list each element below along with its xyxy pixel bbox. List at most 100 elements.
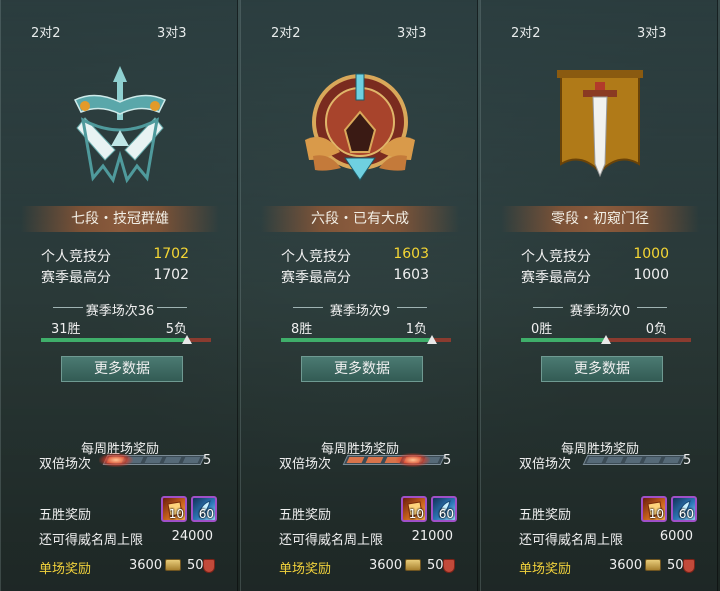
double-seg-4 bbox=[643, 457, 662, 463]
rank-title: 零段・初窥门径 bbox=[501, 206, 699, 232]
fame-weekly-cap-label: 还可得威名周上限 bbox=[519, 533, 624, 548]
wins-count: 8胜 bbox=[291, 322, 313, 337]
win-loss-marker bbox=[182, 335, 192, 344]
single-match-reward-label: 单场奖励 bbox=[519, 562, 572, 577]
shield-badge-icon bbox=[443, 559, 455, 573]
more-data-button[interactable]: 更多数据 bbox=[61, 356, 183, 382]
best-score-label: 赛季最高分 bbox=[521, 270, 591, 286]
single-match-badge-value: 50 bbox=[667, 558, 684, 573]
single-match-coin-value: 3600 bbox=[369, 558, 403, 573]
best-score-value: 1000 bbox=[633, 267, 669, 283]
double-seg-1 bbox=[346, 457, 365, 463]
reward-item-feather-count: 60 bbox=[198, 507, 214, 521]
rank-panel-middle: 2对2 3对3 六段・已有大成 个人竞技分 1603 赛季最高分 1603 赛季… bbox=[240, 0, 478, 591]
season-matches: 赛季场次0 bbox=[569, 304, 631, 319]
win-loss-bar bbox=[41, 335, 211, 344]
mode-tab-3v3[interactable]: 3对3 bbox=[637, 22, 667, 41]
rank-title: 七段・技冠群雄 bbox=[21, 206, 219, 232]
win-bar-fill bbox=[41, 338, 187, 342]
score-value: 1702 bbox=[153, 246, 189, 262]
win-loss-marker bbox=[601, 335, 611, 344]
win-loss-bar bbox=[521, 335, 691, 344]
coin-icon bbox=[165, 559, 181, 571]
double-matches-label: 双倍场次 bbox=[519, 457, 572, 472]
score-value: 1000 bbox=[633, 246, 669, 262]
reward-item-scroll[interactable]: 10 bbox=[401, 496, 427, 522]
more-data-button[interactable]: 更多数据 bbox=[301, 356, 423, 382]
double-seg-5 bbox=[182, 457, 201, 463]
rank-panel-right: 2对2 3对3 零段・初窥门径 个人竞技分 1000 赛季最高分 1000 赛季… bbox=[480, 0, 718, 591]
double-seg-1 bbox=[586, 457, 605, 463]
win-loss-marker bbox=[427, 335, 437, 344]
reward-item-feather[interactable]: 60 bbox=[191, 496, 217, 522]
five-win-reward-label: 五胜奖励 bbox=[279, 508, 332, 523]
mode-tab-2v2[interactable]: 2对2 bbox=[31, 22, 61, 41]
win-loss-bar bbox=[281, 335, 451, 344]
single-match-coin-value: 3600 bbox=[129, 558, 163, 573]
double-matches-track bbox=[582, 455, 686, 465]
single-match-reward-label: 单场奖励 bbox=[39, 562, 92, 577]
reward-item-scroll-count: 10 bbox=[408, 507, 424, 521]
coin-icon bbox=[645, 559, 661, 571]
best-score-value: 1702 bbox=[153, 267, 189, 283]
season-matches: 赛季场次36 bbox=[85, 304, 155, 319]
single-match-reward-label: 单场奖励 bbox=[279, 562, 332, 577]
double-progress-glow bbox=[396, 453, 430, 467]
fame-weekly-cap-value: 21000 bbox=[411, 529, 453, 544]
shield-badge-icon bbox=[683, 559, 695, 573]
sword-banner-emblem bbox=[557, 70, 643, 178]
win-bar-fill bbox=[521, 338, 606, 342]
fame-weekly-cap-label: 还可得威名周上限 bbox=[39, 533, 144, 548]
reward-item-feather[interactable]: 60 bbox=[431, 496, 457, 522]
double-progress-glow bbox=[99, 453, 133, 467]
crossed-swords-emblem bbox=[73, 66, 167, 184]
best-score-value: 1603 bbox=[393, 267, 429, 283]
double-seg-4 bbox=[163, 457, 182, 463]
score-label: 个人竞技分 bbox=[281, 249, 351, 265]
wins-count: 31胜 bbox=[51, 322, 81, 337]
best-score-label: 赛季最高分 bbox=[41, 270, 111, 286]
double-seg-2 bbox=[605, 457, 624, 463]
winged-crest-emblem bbox=[305, 73, 415, 181]
wins-count: 0胜 bbox=[531, 322, 553, 337]
double-matches-count: 5 bbox=[203, 453, 212, 468]
reward-item-scroll-count: 10 bbox=[168, 507, 184, 521]
single-match-badge-value: 50 bbox=[427, 558, 444, 573]
reward-item-feather-count: 60 bbox=[678, 507, 694, 521]
five-win-reward-label: 五胜奖励 bbox=[519, 508, 572, 523]
reward-item-scroll[interactable]: 10 bbox=[161, 496, 187, 522]
double-seg-5 bbox=[662, 457, 681, 463]
coin-icon bbox=[405, 559, 421, 571]
mode-tab-3v3[interactable]: 3对3 bbox=[157, 22, 187, 41]
season-matches: 赛季场次9 bbox=[329, 304, 391, 319]
single-match-coin-value: 3600 bbox=[609, 558, 643, 573]
double-seg-3 bbox=[624, 457, 643, 463]
rank-panel-2v2: 2对2 3对3 七段・技冠群雄 个人竞技分 1702 赛季最高分 1702 赛季… bbox=[0, 0, 238, 591]
double-matches-count: 5 bbox=[443, 453, 452, 468]
losses-count: 0负 bbox=[645, 322, 667, 337]
reward-item-feather-count: 60 bbox=[438, 507, 454, 521]
mode-tab-2v2[interactable]: 2对2 bbox=[511, 22, 541, 41]
losses-count: 1负 bbox=[405, 322, 427, 337]
fame-weekly-cap-value: 6000 bbox=[659, 529, 693, 544]
fame-weekly-cap-value: 24000 bbox=[171, 529, 213, 544]
score-label: 个人竞技分 bbox=[521, 249, 591, 265]
score-label: 个人竞技分 bbox=[41, 249, 111, 265]
five-win-reward-label: 五胜奖励 bbox=[39, 508, 92, 523]
rank-title: 六段・已有大成 bbox=[261, 206, 459, 232]
double-matches-count: 5 bbox=[683, 453, 692, 468]
mode-tab-2v2[interactable]: 2对2 bbox=[271, 22, 301, 41]
score-value: 1603 bbox=[393, 246, 429, 262]
mode-tab-3v3[interactable]: 3对3 bbox=[397, 22, 427, 41]
shield-badge-icon bbox=[203, 559, 215, 573]
reward-item-feather[interactable]: 60 bbox=[671, 496, 697, 522]
single-match-badge-value: 50 bbox=[187, 558, 204, 573]
fame-weekly-cap-label: 还可得威名周上限 bbox=[279, 533, 384, 548]
double-seg-2 bbox=[365, 457, 384, 463]
reward-item-scroll[interactable]: 10 bbox=[641, 496, 667, 522]
reward-item-scroll-count: 10 bbox=[648, 507, 664, 521]
win-bar-fill bbox=[281, 338, 432, 342]
more-data-button[interactable]: 更多数据 bbox=[541, 356, 663, 382]
best-score-label: 赛季最高分 bbox=[281, 270, 351, 286]
double-matches-label: 双倍场次 bbox=[39, 457, 92, 472]
